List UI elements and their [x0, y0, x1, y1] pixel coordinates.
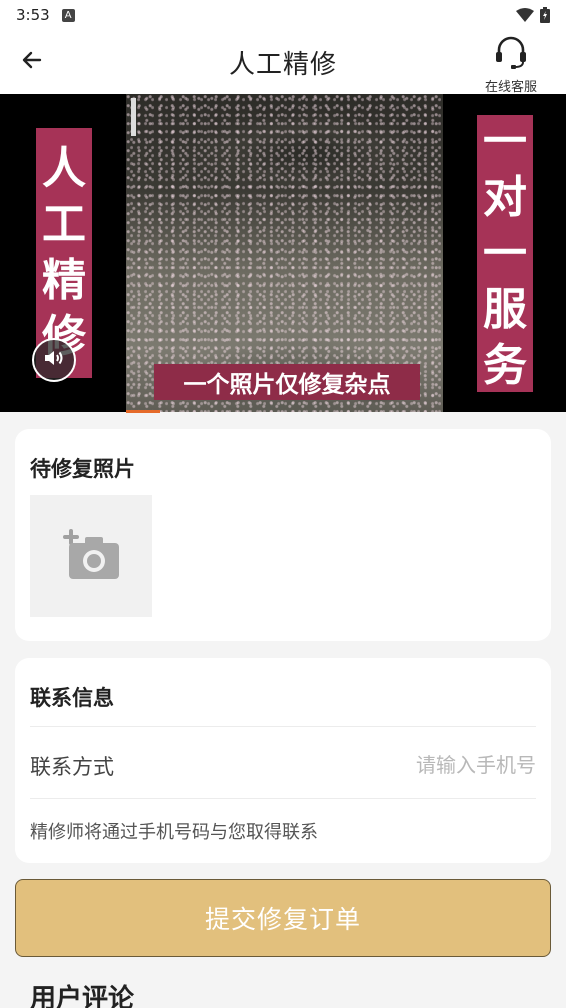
a-icon: A: [61, 8, 75, 22]
phone-input[interactable]: [316, 748, 536, 782]
wifi-icon: [516, 8, 534, 22]
video-caption: 一个照片仅修复杂点: [154, 364, 420, 400]
right-banner-char: 对: [483, 171, 527, 223]
right-banner-char: 服: [483, 283, 527, 335]
right-banner-char: 一: [483, 227, 527, 279]
contact-section-title: 联系信息: [30, 686, 114, 710]
app-bar: 人工精修 在线客服: [0, 30, 566, 95]
speaker-icon: [42, 346, 66, 374]
right-banner-char: 一: [483, 115, 527, 167]
promo-video[interactable]: 人 工 精 修 一 对 一 服 务 一个照片仅修复杂点: [0, 94, 566, 412]
right-banner: 一 对 一 服 务: [477, 115, 533, 392]
mute-button[interactable]: [32, 338, 76, 382]
left-banner-char: 人: [42, 143, 86, 194]
left-banner-char: 工: [42, 199, 86, 250]
customer-service-button[interactable]: 在线客服: [476, 34, 546, 95]
status-time: 3:53: [16, 6, 50, 24]
battery-icon: [540, 7, 550, 23]
submit-order-button[interactable]: 提交修复订单: [15, 879, 551, 957]
add-photo-icon: [61, 527, 121, 585]
reviews-title: 用户评论: [30, 984, 135, 1008]
status-bar: 3:53 A: [0, 0, 566, 30]
contact-method-label: 联系方式: [30, 755, 114, 779]
video-indicator: [131, 98, 136, 136]
headset-icon: [493, 34, 529, 74]
divider: [30, 798, 536, 799]
left-banner-char: 精: [42, 255, 86, 306]
divider: [30, 726, 536, 727]
video-progress-bar: [126, 410, 160, 413]
right-banner-char: 务: [483, 339, 527, 391]
service-label: 在线客服: [484, 80, 537, 95]
status-icons: [516, 7, 550, 23]
photo-section-title: 待修复照片: [30, 457, 135, 481]
upload-photo-button[interactable]: [30, 495, 152, 617]
contact-card: 联系信息 联系方式 精修师将通过手机号码与您取得联系: [15, 658, 551, 863]
photo-card: 待修复照片: [15, 429, 551, 641]
contact-hint: 精修师将通过手机号码与您取得联系: [30, 822, 318, 843]
